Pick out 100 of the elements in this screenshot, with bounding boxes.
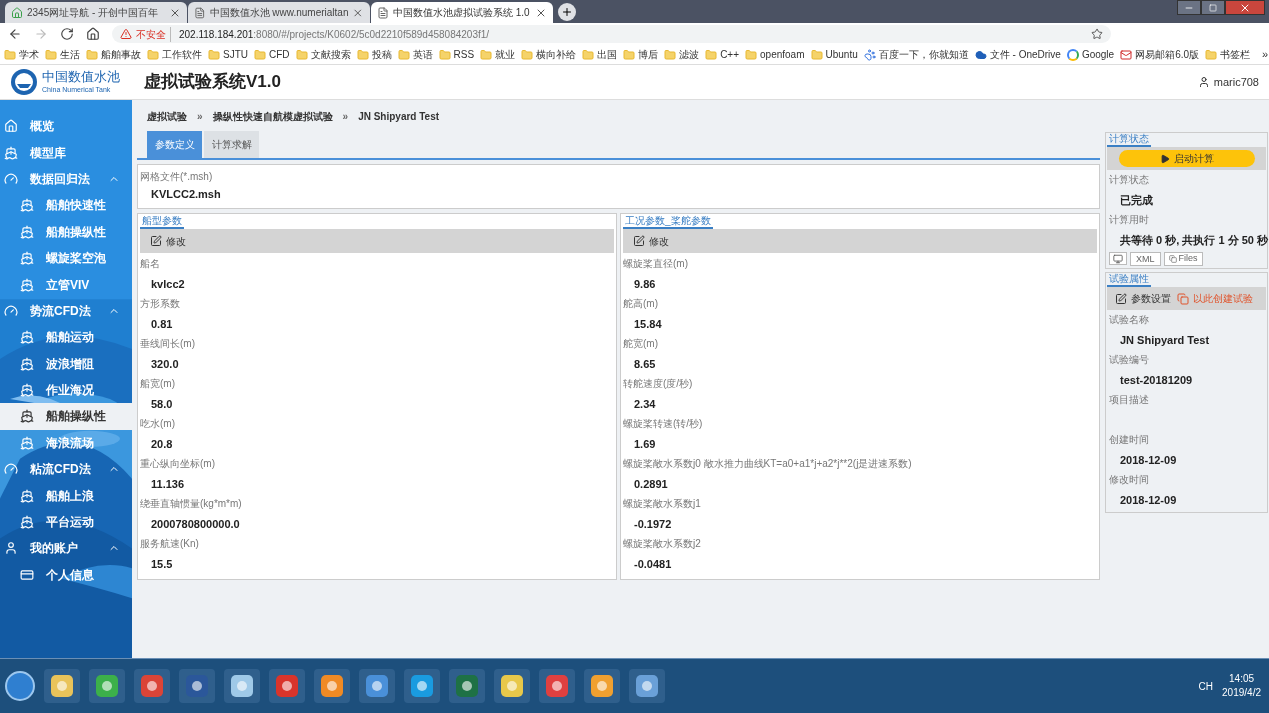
- taskbar-item[interactable]: [539, 669, 575, 703]
- field-value: 15.5: [150, 557, 174, 572]
- taskbar-item[interactable]: [134, 669, 170, 703]
- new-tab-button[interactable]: [558, 3, 576, 21]
- browser-tab[interactable]: 2345网址导航 - 开创中国百年: [5, 2, 187, 23]
- sidebar-item[interactable]: 我的账户: [0, 535, 132, 562]
- breadcrumb-separator: »: [197, 110, 203, 124]
- clock-date[interactable]: 2019/4/2: [1222, 686, 1261, 700]
- browser-tab[interactable]: 中国数值水池 www.numerialtan: [188, 2, 370, 23]
- edit-icon: [633, 235, 645, 247]
- bookmark-item[interactable]: C++: [705, 47, 740, 62]
- xml-button[interactable]: XML: [1130, 252, 1161, 266]
- taskbar-item[interactable]: [179, 669, 215, 703]
- bookmark-item[interactable]: 文献搜索: [295, 47, 351, 62]
- back-icon[interactable]: [8, 27, 22, 41]
- bookmark-item[interactable]: 生活: [45, 47, 80, 62]
- tab[interactable]: 计算求解: [204, 131, 259, 158]
- bookmark-item[interactable]: 船舶事故: [86, 47, 141, 62]
- bookmark-item[interactable]: Google: [1066, 47, 1115, 62]
- ship-icon: [20, 435, 34, 450]
- field-value: JN Shipyard Test: [1119, 333, 1211, 348]
- field-value: 15.84: [633, 317, 663, 332]
- taskbar-item[interactable]: [359, 669, 395, 703]
- bookmark-item[interactable]: 网易邮箱6.0版: [1120, 47, 1200, 62]
- sidebar-item[interactable]: 船舶上浪: [0, 482, 132, 509]
- sidebar-item[interactable]: 粘流CFD法: [0, 456, 132, 483]
- security-label: 不安全: [136, 26, 171, 42]
- bookmark-item[interactable]: 英语: [397, 47, 433, 62]
- edit-button[interactable]: 修改: [623, 229, 1097, 253]
- sidebar-item[interactable]: 船舶操纵性: [0, 403, 132, 430]
- field-label: 项目描述: [1108, 393, 1150, 407]
- bookmark-item[interactable]: 博后: [623, 47, 659, 62]
- site-icon: [11, 6, 23, 19]
- more-bookmarks[interactable]: »: [1262, 46, 1269, 63]
- bookmark-item[interactable]: 文件 - OneDrive: [974, 47, 1061, 62]
- field-value: 已完成: [1119, 193, 1154, 208]
- edit-button[interactable]: 修改: [140, 229, 614, 253]
- bookmark-item[interactable]: RSS: [438, 47, 475, 62]
- taskbar-item[interactable]: [494, 669, 530, 703]
- bookmark-item[interactable]: 学术: [4, 47, 39, 62]
- browser-tab[interactable]: 中国数值水池虚拟试验系统 1.0: [371, 2, 553, 23]
- sidebar-item[interactable]: 势流CFD法: [0, 297, 132, 325]
- breadcrumb-link[interactable]: 虚拟试验: [147, 109, 187, 124]
- page-icon: [194, 6, 206, 19]
- taskbar-item[interactable]: [44, 669, 80, 703]
- card-icon: [20, 567, 34, 582]
- maximize-button[interactable]: [1201, 0, 1225, 15]
- bookmark-item[interactable]: 百度一下，你就知道: [863, 47, 969, 62]
- bookmark-item[interactable]: SJTU: [208, 47, 248, 62]
- field-value: 2.34: [633, 397, 657, 412]
- monitor-button[interactable]: [1109, 252, 1127, 265]
- taskbar-item[interactable]: [314, 669, 350, 703]
- app-icon: [184, 673, 210, 699]
- app-icon: [544, 673, 570, 699]
- field-label: 试验编号: [1108, 353, 1150, 367]
- bookmark-item[interactable]: 书签栏: [1205, 47, 1251, 62]
- sidebar-item[interactable]: 船舶运动: [0, 324, 132, 351]
- folder-icon: [664, 48, 677, 61]
- bookmark-item[interactable]: 出国: [582, 47, 618, 62]
- taskbar-item[interactable]: [584, 669, 620, 703]
- close-icon[interactable]: [352, 6, 364, 19]
- taskbar-item[interactable]: [449, 669, 485, 703]
- user-menu[interactable]: maric708: [1197, 73, 1259, 91]
- folder-icon: [480, 48, 493, 61]
- folder-icon: [705, 48, 718, 61]
- folder-icon: [582, 48, 595, 61]
- sidebar-item[interactable]: 作业海况: [0, 376, 132, 404]
- start-button[interactable]: [5, 671, 35, 701]
- breadcrumb-link[interactable]: JN Shipyard Test: [358, 109, 440, 124]
- home-icon[interactable]: [86, 27, 100, 41]
- taskbar-item[interactable]: [269, 669, 305, 703]
- sidebar-item[interactable]: 个人信息: [0, 561, 132, 589]
- bookmark-item[interactable]: 就业: [480, 47, 516, 62]
- taskbar-item[interactable]: [224, 669, 260, 703]
- bookmark-item[interactable]: CFD: [254, 47, 290, 62]
- close-button[interactable]: [1225, 0, 1265, 15]
- input-method[interactable]: CH: [1198, 678, 1214, 694]
- folder-icon: [45, 48, 57, 61]
- folder-icon: [1205, 48, 1218, 61]
- star-icon[interactable]: [1091, 28, 1103, 40]
- reload-icon[interactable]: [60, 27, 74, 41]
- taskbar-item[interactable]: [89, 669, 125, 703]
- taskbar-item[interactable]: [404, 669, 440, 703]
- minimize-button[interactable]: [1177, 0, 1201, 15]
- app-icon: [229, 673, 255, 699]
- clock-time[interactable]: 14:05: [1229, 672, 1255, 686]
- taskbar-item[interactable]: [629, 669, 665, 703]
- bookmark-item[interactable]: Ubuntu: [810, 47, 858, 62]
- address-field[interactable]: 不安全 202.118.184.201:8080/#/projects/K0602/5c0d2210f589d458084203f1/: [112, 25, 1111, 43]
- bookmark-item[interactable]: 滤波: [664, 47, 700, 62]
- bookmark-item[interactable]: 横向补给: [521, 47, 577, 62]
- bookmark-item[interactable]: 工作软件: [147, 47, 202, 62]
- start-button[interactable]: 启动计算: [1118, 150, 1255, 167]
- bookmark-item[interactable]: 投稿: [356, 47, 392, 62]
- breadcrumb-link[interactable]: 操纵性快速自航模虚拟试验: [212, 109, 333, 124]
- files-button[interactable]: Files: [1163, 252, 1203, 266]
- settings-button[interactable]: 参数设置: [1115, 291, 1171, 306]
- bookmark-item[interactable]: openfoam: [745, 47, 805, 62]
- sidebar-item[interactable]: 波浪增阻: [0, 350, 132, 377]
- sidebar-item[interactable]: 平台运动: [0, 508, 132, 536]
